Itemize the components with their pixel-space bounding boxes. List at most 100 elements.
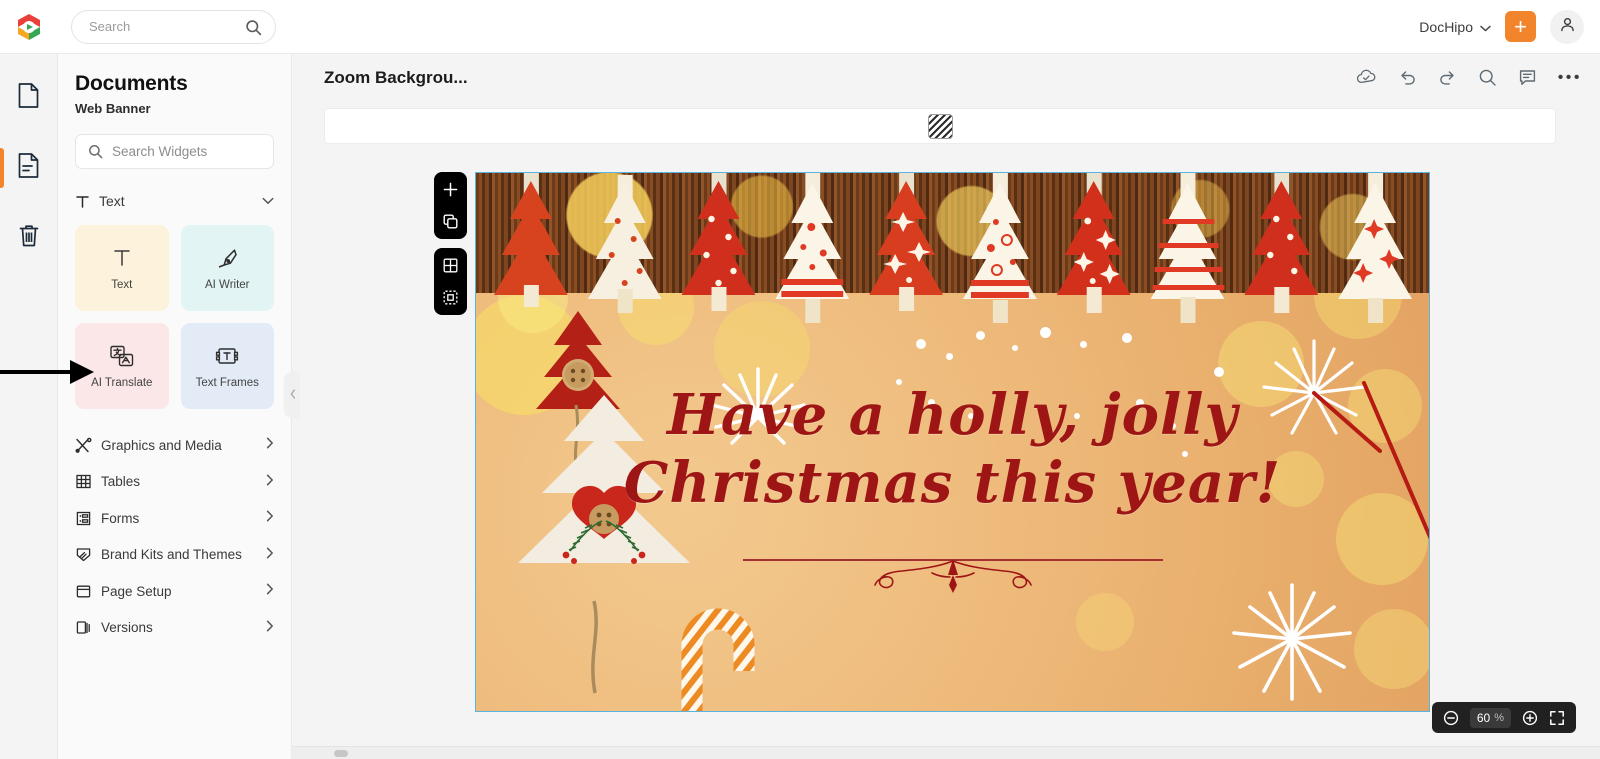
trash-icon (17, 223, 41, 254)
text-t-icon (110, 245, 134, 271)
search-input[interactable] (72, 10, 222, 43)
widget-card-text[interactable]: Text (75, 225, 169, 311)
banner-headline[interactable]: Have a holly, jolly Christmas this year! (476, 381, 1429, 518)
chevron-right-icon (266, 473, 274, 491)
dochipo-logo-icon[interactable] (0, 12, 58, 42)
editor-area: Zoom Backgrou... ••• Have a holly, jolly… (292, 54, 1600, 759)
workspace-selector[interactable]: DocHipo (1419, 19, 1491, 35)
chevron-down-icon (262, 192, 274, 210)
horizontal-scrollbar[interactable] (292, 746, 1600, 759)
widget-card-label: Text (111, 279, 133, 291)
zoom-in-icon[interactable] (1522, 710, 1538, 726)
menu-item-tables[interactable]: Tables (75, 464, 274, 501)
menu-item-forms[interactable]: Forms (75, 500, 274, 537)
zoom-level: 60 (1476, 710, 1491, 725)
pen-nib-icon (215, 245, 239, 271)
zoom-value[interactable]: 60 % (1469, 707, 1511, 728)
search-icon[interactable] (1478, 68, 1497, 87)
document-title: Zoom Backgrou... (324, 68, 468, 87)
menu-item-label: Brand Kits and Themes (101, 547, 242, 563)
ellipsis-icon[interactable]: ••• (1558, 69, 1582, 86)
section-header-text[interactable]: Text (75, 187, 274, 215)
user-avatar-icon (1559, 16, 1576, 38)
versions-icon (75, 619, 101, 636)
rail-item-document[interactable] (0, 146, 58, 190)
undo-arrow-icon[interactable] (1398, 69, 1417, 86)
form-icon (75, 510, 101, 527)
scrollbar-thumb[interactable] (334, 750, 348, 757)
sparkle-dot (1040, 327, 1051, 338)
fullscreen-icon[interactable] (1549, 710, 1565, 726)
menu-item-label: Graphics and Media (101, 437, 222, 453)
document-lines-icon (16, 152, 41, 184)
snap-guides-icon[interactable] (440, 287, 461, 308)
page-tool-pod-secondary (434, 248, 467, 315)
widget-panel: Documents Web Banner Text (58, 54, 292, 759)
grid-icon[interactable] (440, 255, 461, 276)
account-avatar-button[interactable] (1550, 9, 1584, 44)
menu-item-label: Versions (101, 620, 153, 636)
rail-item-trash[interactable] (0, 216, 58, 260)
chevron-right-icon (266, 582, 274, 600)
chevron-down-icon (1480, 19, 1491, 35)
widget-card-label: AI Translate (91, 377, 153, 389)
sparkle-dot (976, 331, 985, 340)
search-icon (88, 144, 103, 164)
chevron-left-icon (290, 389, 296, 401)
add-page-button[interactable] (440, 179, 461, 200)
workspace-name: DocHipo (1419, 18, 1473, 35)
translate-icon (109, 343, 135, 369)
menu-item-label: Page Setup (101, 583, 172, 599)
top-bar-right: DocHipo + (1419, 9, 1600, 44)
left-rail (0, 54, 58, 759)
menu-item-page-setup[interactable]: Page Setup (75, 573, 274, 610)
widget-card-grid: Text AI Writer AI Translate Text Frames (75, 225, 274, 409)
zoom-out-icon[interactable] (1443, 710, 1459, 726)
bokeh-light (1076, 593, 1134, 651)
design-canvas[interactable]: Have a holly, jolly Christmas this year! (475, 172, 1430, 712)
redo-arrow-icon[interactable] (1438, 69, 1457, 86)
menu-item-brand-kits-and-themes[interactable]: Brand Kits and Themes (75, 537, 274, 574)
sparkle-dot (1214, 367, 1224, 377)
search-widgets-input[interactable] (76, 135, 273, 168)
canvas-wrapper[interactable]: Have a holly, jolly Christmas this year! (475, 172, 1430, 712)
plus-icon: + (1514, 13, 1527, 39)
duplicate-page-button[interactable] (440, 211, 461, 232)
chevron-right-icon (266, 436, 274, 454)
page-tool-pod-primary (434, 172, 467, 239)
menu-item-label: Tables (101, 474, 141, 490)
text-frame-icon (214, 343, 240, 369)
widget-search[interactable] (75, 134, 274, 169)
global-search[interactable] (71, 9, 276, 44)
page-setup-icon (75, 583, 101, 600)
widget-card-text-frames[interactable]: Text Frames (180, 323, 274, 409)
chevron-right-icon (266, 619, 274, 637)
rail-item-pages[interactable] (0, 76, 58, 120)
hatch-pattern-icon[interactable] (927, 113, 953, 139)
comment-icon[interactable] (1518, 68, 1537, 87)
page-title: Documents (75, 72, 188, 95)
candy-cane (681, 608, 755, 711)
table-grid-icon (75, 473, 101, 490)
page-blank-icon (16, 82, 41, 114)
menu-item-label: Forms (101, 510, 140, 526)
page-tools (434, 172, 467, 315)
sparkle-dot (1122, 333, 1132, 343)
dochipo-editor-app: DocHipo + (0, 0, 1600, 759)
widget-card-ai-writer[interactable]: AI Writer (180, 225, 274, 311)
menu-item-versions[interactable]: Versions (75, 610, 274, 647)
create-new-button[interactable]: + (1505, 11, 1536, 42)
sparkler-burst (1232, 583, 1352, 701)
search-icon (245, 19, 262, 41)
sparkle-dot (916, 339, 926, 349)
chevron-right-icon (266, 509, 274, 527)
menu-item-graphics-and-media[interactable]: Graphics and Media (75, 427, 274, 464)
panel-collapse-handle[interactable] (285, 372, 300, 418)
zoom-unit: % (1494, 711, 1504, 724)
widget-card-ai-translate[interactable]: AI Translate (75, 323, 169, 409)
widget-card-label: Text Frames (195, 377, 259, 389)
zoom-control: 60 % (1431, 702, 1576, 733)
widget-card-label: AI Writer (204, 279, 250, 291)
document-actions: ••• (1356, 68, 1582, 87)
cloud-check-icon[interactable] (1356, 69, 1377, 86)
